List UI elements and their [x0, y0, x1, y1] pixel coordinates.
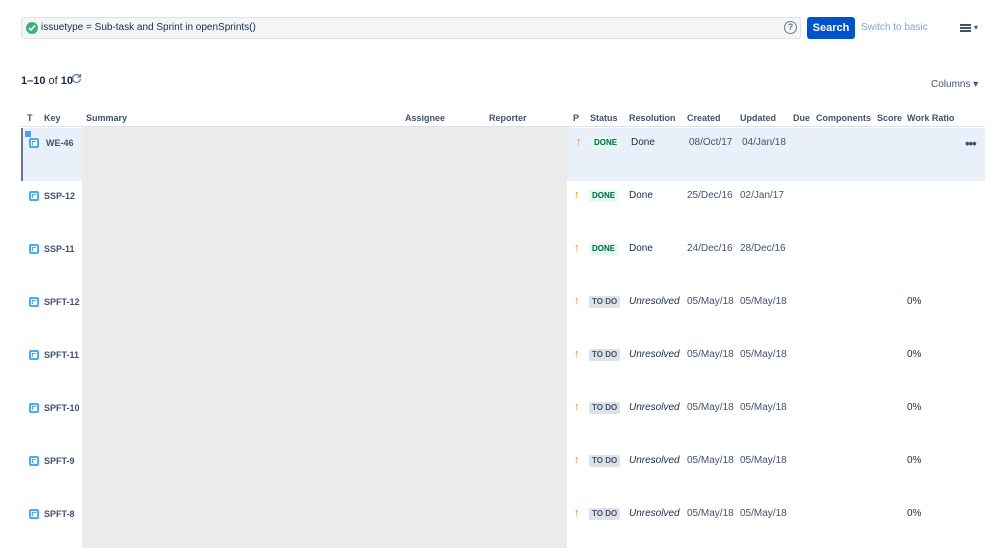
- resolution-value: Unresolved: [629, 508, 680, 519]
- chevron-down-icon: ▾: [974, 23, 979, 32]
- column-created[interactable]: Created: [687, 113, 721, 123]
- status-badge: TO DO: [589, 455, 621, 467]
- updated-date: 02/Jan/17: [740, 190, 784, 201]
- created-date: 25/Dec/16: [687, 190, 733, 201]
- column-type[interactable]: T: [27, 113, 33, 123]
- issue-key[interactable]: SPFT-10: [44, 403, 80, 413]
- column-summary[interactable]: Summary: [86, 113, 127, 123]
- subtask-icon: [29, 138, 39, 148]
- column-assignee[interactable]: Assignee: [405, 113, 445, 123]
- column-resolution[interactable]: Resolution: [629, 113, 676, 123]
- updated-date: 05/May/18: [740, 402, 787, 413]
- updated-date: 05/May/18: [740, 455, 787, 466]
- subtask-icon: [29, 297, 39, 307]
- issue-key[interactable]: SPFT-8: [44, 509, 75, 519]
- created-date: 24/Dec/16: [687, 243, 733, 254]
- resolution-value: Done: [631, 137, 655, 148]
- work-ratio-value: 0%: [907, 508, 922, 519]
- status-badge: TO DO: [589, 508, 621, 520]
- search-button[interactable]: Search: [807, 17, 855, 39]
- work-ratio-value: 0%: [907, 402, 922, 413]
- subtask-icon: [29, 403, 39, 413]
- updated-date: 04/Jan/18: [742, 137, 786, 148]
- status-badge: DONE: [589, 190, 619, 202]
- arrow-up-icon: ↑: [574, 454, 580, 466]
- issue-key[interactable]: WE-46: [46, 138, 74, 148]
- resolution-value: Unresolved: [629, 296, 680, 307]
- arrow-up-icon: ↑: [574, 401, 580, 413]
- work-ratio-value: 0%: [907, 296, 922, 307]
- updated-date: 05/May/18: [740, 508, 787, 519]
- created-date: 05/May/18: [687, 455, 734, 466]
- jql-search-field[interactable]: issuetype = Sub-task and Sprint in openS…: [21, 17, 801, 39]
- issue-key[interactable]: SPFT-12: [44, 297, 80, 307]
- arrow-up-icon: ↑: [574, 295, 580, 307]
- issue-key[interactable]: SSP-11: [44, 244, 75, 254]
- row-selection-marker: [25, 131, 31, 137]
- column-key[interactable]: Key: [44, 113, 61, 123]
- chevron-down-icon: ▾: [973, 79, 979, 90]
- column-components[interactable]: Components: [816, 113, 871, 123]
- more-actions-icon[interactable]: •••: [965, 136, 977, 151]
- refresh-icon[interactable]: [71, 73, 83, 85]
- arrow-up-icon: ↑: [574, 242, 580, 254]
- column-work-ratio[interactable]: Work Ratio: [907, 113, 954, 123]
- created-date: 05/May/18: [687, 296, 734, 307]
- issue-key[interactable]: SPFT-9: [44, 456, 75, 466]
- work-ratio-value: 0%: [907, 455, 922, 466]
- results-range: 1–10: [21, 75, 46, 87]
- status-badge: DONE: [591, 137, 621, 149]
- created-date: 05/May/18: [687, 402, 734, 413]
- created-date: 08/Oct/17: [689, 137, 733, 148]
- column-score[interactable]: Score: [877, 113, 902, 123]
- subtask-icon: [29, 191, 39, 201]
- updated-date: 05/May/18: [740, 349, 787, 360]
- arrow-up-icon: ↑: [574, 348, 580, 360]
- results-count: 1–10 of 10: [21, 75, 73, 87]
- redacted-columns-area: [82, 127, 567, 548]
- view-options-button[interactable]: ▾: [956, 20, 982, 36]
- valid-query-check-icon: [26, 22, 38, 34]
- status-badge: DONE: [589, 243, 619, 255]
- arrow-up-icon: ↑: [574, 507, 580, 519]
- table-header: T Key Summary Assignee Reporter P Status…: [21, 110, 985, 127]
- subtask-icon: [29, 509, 39, 519]
- columns-button[interactable]: Columns ▾: [931, 79, 978, 90]
- jql-query-text[interactable]: issuetype = Sub-task and Sprint in openS…: [41, 22, 256, 33]
- column-status[interactable]: Status: [590, 113, 618, 123]
- switch-to-basic-link[interactable]: Switch to basic: [861, 22, 928, 33]
- created-date: 05/May/18: [687, 349, 734, 360]
- arrow-up-icon: ↑: [574, 189, 580, 201]
- column-priority[interactable]: P: [573, 113, 579, 123]
- resolution-value: Unresolved: [629, 402, 680, 413]
- resolution-value: Unresolved: [629, 349, 680, 360]
- work-ratio-value: 0%: [907, 349, 922, 360]
- created-date: 05/May/18: [687, 508, 734, 519]
- results-of: of: [48, 75, 58, 87]
- status-badge: TO DO: [589, 349, 621, 361]
- issue-key[interactable]: SPFT-11: [44, 350, 79, 360]
- arrow-up-icon: ↑: [576, 136, 582, 148]
- columns-label: Columns: [931, 79, 971, 90]
- hamburger-icon: [960, 24, 971, 32]
- issue-key[interactable]: SSP-12: [44, 191, 75, 201]
- resolution-value: Unresolved: [629, 455, 680, 466]
- subtask-icon: [29, 244, 39, 254]
- subtask-icon: [29, 350, 39, 360]
- resolution-value: Done: [629, 243, 653, 254]
- updated-date: 28/Dec/16: [740, 243, 786, 254]
- column-due[interactable]: Due: [793, 113, 810, 123]
- resolution-value: Done: [629, 190, 653, 201]
- column-updated[interactable]: Updated: [740, 113, 776, 123]
- status-badge: TO DO: [589, 402, 621, 414]
- help-icon[interactable]: ?: [784, 21, 797, 34]
- status-badge: TO DO: [589, 296, 621, 308]
- subtask-icon: [29, 456, 39, 466]
- column-reporter[interactable]: Reporter: [489, 113, 527, 123]
- updated-date: 05/May/18: [740, 296, 787, 307]
